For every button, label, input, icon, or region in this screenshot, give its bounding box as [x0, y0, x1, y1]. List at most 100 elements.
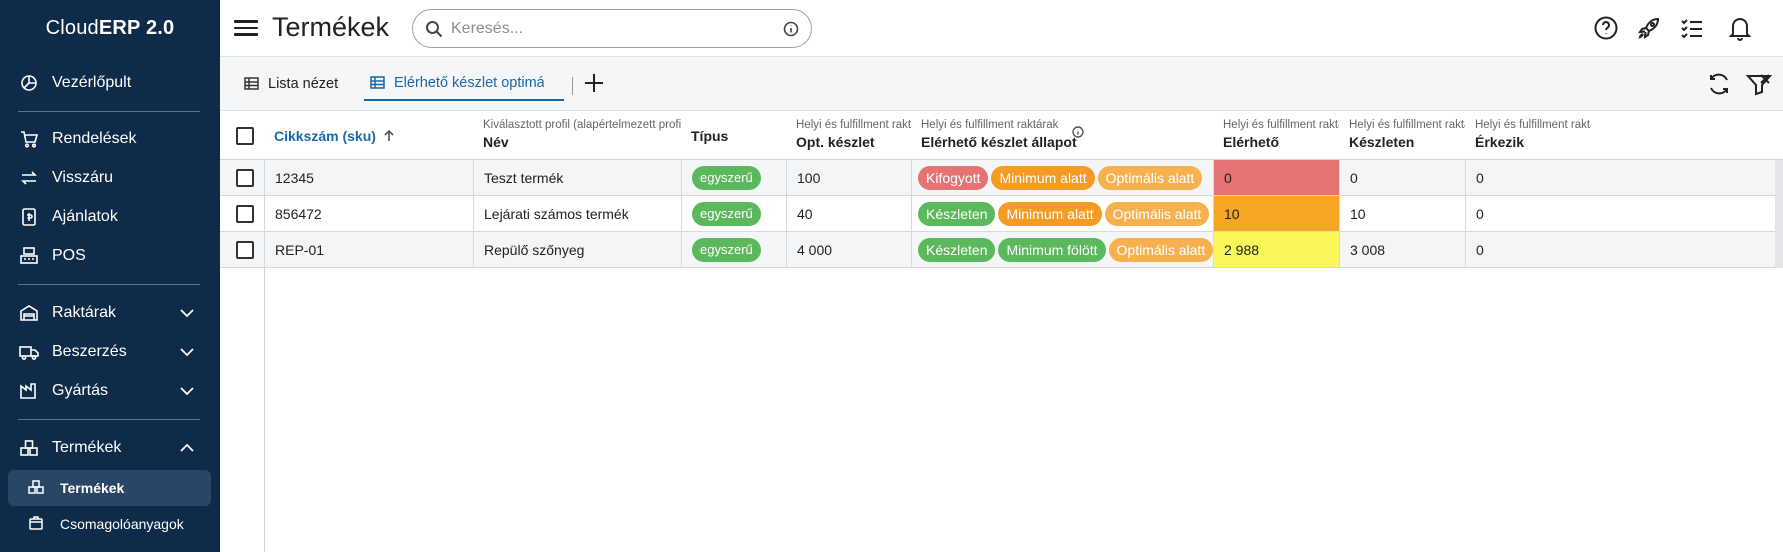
- warehouse-icon: [18, 302, 40, 324]
- header-group-label: Helyi és fulfillment raktárak: [921, 119, 1059, 131]
- brand-logo[interactable]: Cloud ERP 2.0: [0, 0, 220, 56]
- sidebar-item-procurement[interactable]: Beszerzés: [0, 332, 220, 372]
- header-type[interactable]: Típus: [681, 111, 786, 160]
- header-label: Cikkszám (sku): [274, 128, 376, 144]
- header-group: Helyi és fulfillment raktárak: [1223, 119, 1339, 131]
- sidebar-item-returns[interactable]: Visszáru: [0, 158, 220, 198]
- sidebar-item-label: Rendelések: [52, 130, 137, 147]
- header-name[interactable]: Kiválasztott profil (alapértelmezett pro…: [473, 111, 681, 160]
- tab-available-stock-optimal[interactable]: Elérhető készlet optimális: [364, 67, 564, 101]
- sidebar-item-label: Visszáru: [52, 169, 114, 186]
- sidebar-item-warehouses[interactable]: Raktárak: [0, 293, 220, 333]
- menu-icon[interactable]: [234, 16, 258, 40]
- status-badge: Optimális alatt: [1104, 201, 1210, 226]
- sidebar-item-offers[interactable]: Ajánlatok: [0, 197, 220, 237]
- cell-in-stock: 0: [1339, 160, 1465, 195]
- type-badge: egyszerű: [692, 201, 761, 226]
- products-table: Cikkszám (sku) Kiválasztott profil (alap…: [220, 111, 1783, 552]
- row-checkbox[interactable]: [236, 241, 254, 259]
- sidebar-item-label: Ajánlatok: [52, 208, 118, 225]
- cell-incoming: 0: [1465, 160, 1783, 195]
- top-bar: Termékek: [220, 0, 1783, 57]
- add-tab-button[interactable]: [582, 71, 608, 97]
- sidebar-item-dashboard[interactable]: Vezérlőpult: [0, 63, 220, 103]
- header-label: Típus: [691, 128, 729, 144]
- tab-label: Lista nézet: [268, 76, 339, 92]
- cell-opt-stock: 100: [786, 160, 911, 195]
- cell-name: Lejárati számos termék: [473, 196, 681, 231]
- sidebar-item-orders[interactable]: Rendelések: [0, 119, 220, 159]
- refresh-icon[interactable]: [1706, 71, 1734, 99]
- table-row[interactable]: 12345 Teszt termék egyszerű 100 Kifogyot…: [220, 160, 1783, 196]
- status-badge: Minimum fölött: [998, 237, 1106, 262]
- rocket-icon[interactable]: [1635, 14, 1663, 42]
- header-group: Helyi és fulfillment raktárak: [1475, 119, 1591, 131]
- header-label: Elérhető készlet állapot: [921, 134, 1077, 150]
- cell-incoming: 0: [1465, 196, 1783, 231]
- sidebar-subitem-products[interactable]: Termékek: [8, 470, 211, 506]
- pos-register-icon: [18, 245, 40, 267]
- truck-icon: [18, 341, 40, 363]
- boxes-icon: [28, 479, 46, 497]
- sidebar-item-label: Raktárak: [52, 304, 117, 321]
- tab-label: Elérhető készlet optimális: [394, 75, 544, 91]
- sidebar-item-label: Beszerzés: [52, 343, 127, 360]
- sidebar-item-label: Termékek: [52, 439, 122, 456]
- return-arrows-icon: [18, 167, 40, 189]
- header-opt-stock[interactable]: Helyi és fulfillment raktárak Opt. készl…: [786, 111, 911, 160]
- task-list-icon[interactable]: [1678, 14, 1706, 42]
- table-row[interactable]: REP-01 Repülő szőnyeg egyszerű 4 000 Kés…: [220, 232, 1783, 268]
- cell-incoming: 0: [1465, 232, 1783, 267]
- header-sku[interactable]: Cikkszám (sku): [264, 111, 473, 160]
- row-checkbox[interactable]: [236, 205, 254, 223]
- cell-in-stock: 3 008: [1339, 232, 1465, 267]
- filter-off-icon[interactable]: [1745, 71, 1774, 99]
- sidebar-subitem-label: Termékek: [60, 480, 125, 496]
- search-input[interactable]: [451, 19, 783, 38]
- header-stock-status[interactable]: Helyi és fulfillment raktárak Elérhető k…: [911, 111, 1213, 160]
- row-checkbox[interactable]: [236, 169, 254, 187]
- sidebar-item-products[interactable]: Termékek: [0, 428, 220, 468]
- row-select-cell: [220, 196, 264, 231]
- cell-name: Teszt termék: [473, 160, 681, 195]
- cell-sku: 856472: [264, 196, 473, 231]
- status-badge: Készleten: [918, 237, 996, 262]
- header-label: Elérhető: [1223, 134, 1280, 150]
- search-icon: [425, 20, 443, 38]
- sidebar-subitem-label: Csomagolóanyagok: [60, 516, 184, 532]
- sidebar-item-pos[interactable]: POS: [0, 236, 220, 276]
- info-icon[interactable]: [1072, 125, 1084, 138]
- bell-icon[interactable]: [1726, 14, 1754, 42]
- cell-stock-status: Készleten Minimum alatt Optimális alatt: [911, 196, 1213, 231]
- tab-separator: [572, 77, 573, 95]
- header-group: Helyi és fulfillment raktárak: [796, 119, 911, 131]
- chevron-down-icon: [178, 304, 196, 322]
- cart-icon: [18, 128, 40, 150]
- search-box[interactable]: [412, 9, 812, 48]
- cell-in-stock: 10: [1339, 196, 1465, 231]
- cell-available: 10: [1213, 196, 1339, 231]
- header-incoming[interactable]: Helyi és fulfillment raktárak Érkezik: [1465, 111, 1783, 160]
- header-available[interactable]: Helyi és fulfillment raktárak Elérhető: [1213, 111, 1339, 160]
- sidebar-subitem-packaging[interactable]: Csomagolóanyagok: [8, 506, 211, 542]
- tab-list-view[interactable]: Lista nézet: [244, 67, 354, 101]
- package-icon: [28, 515, 46, 533]
- row-select-cell: [220, 232, 264, 267]
- info-icon[interactable]: [783, 21, 799, 37]
- table-row[interactable]: 856472 Lejárati számos termék egyszerű 4…: [220, 196, 1783, 232]
- sidebar-divider: [18, 284, 200, 285]
- cell-type: egyszerű: [681, 160, 786, 195]
- header-label: Készleten: [1349, 134, 1415, 150]
- page-title: Termékek: [272, 12, 390, 42]
- select-all-checkbox[interactable]: [236, 127, 254, 145]
- header-sku-label: Cikkszám (sku): [274, 128, 396, 144]
- cell-opt-stock: 40: [786, 196, 911, 231]
- plus-icon: [585, 74, 603, 92]
- sidebar-item-manufacturing[interactable]: Gyártás: [0, 371, 220, 411]
- sort-ascending-icon: [382, 129, 396, 143]
- help-icon[interactable]: [1592, 14, 1620, 42]
- sidebar-item-label: Gyártás: [52, 382, 109, 399]
- type-badge: egyszerű: [692, 165, 761, 190]
- cell-sku: REP-01: [264, 232, 473, 267]
- header-in-stock[interactable]: Helyi és fulfillment raktárak Készleten: [1339, 111, 1465, 160]
